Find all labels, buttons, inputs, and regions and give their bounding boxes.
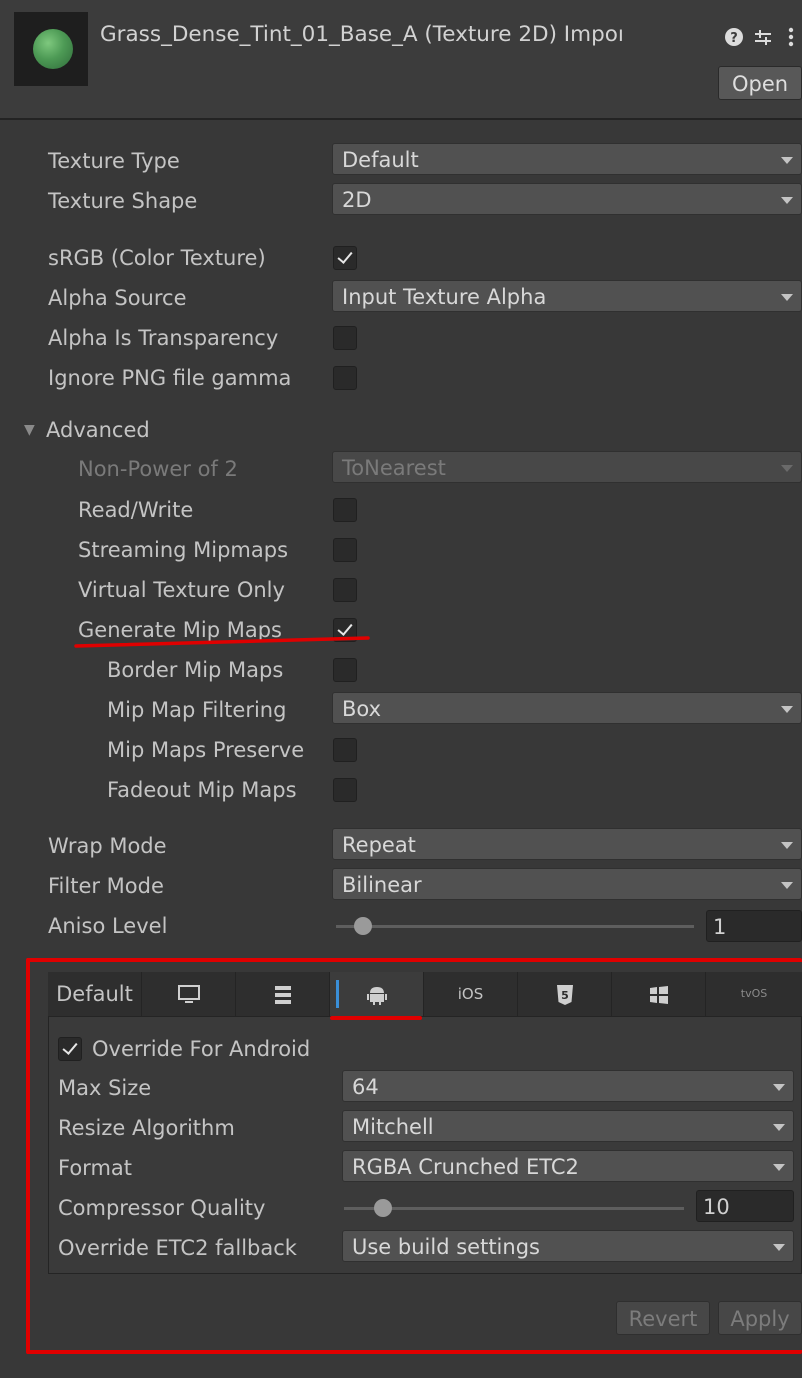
mip-maps-preserve-checkbox[interactable] <box>333 738 357 762</box>
chevron-down-icon <box>781 882 793 889</box>
texture-type-value: Default <box>342 148 419 172</box>
ignore-png-gamma-checkbox[interactable] <box>333 366 357 390</box>
advanced-foldout-label[interactable]: Advanced <box>46 414 150 446</box>
filter-mode-value: Bilinear <box>342 873 422 897</box>
fadeout-mip-maps-label: Fadeout Mip Maps <box>107 778 297 802</box>
wrap-mode-value: Repeat <box>342 833 416 857</box>
alpha-transparency-label: Alpha Is Transparency <box>48 326 279 350</box>
npot-dropdown: ToNearest <box>332 451 802 483</box>
texture-type-label: Texture Type <box>48 149 180 173</box>
texture-thumbnail <box>14 12 88 86</box>
open-button[interactable]: Open <box>718 66 802 100</box>
chevron-down-icon <box>781 842 793 849</box>
chevron-down-icon <box>781 197 793 204</box>
npot-label: Non-Power of 2 <box>78 457 238 481</box>
mip-map-filtering-value: Box <box>342 697 382 721</box>
alpha-source-label: Alpha Source <box>48 286 187 310</box>
alpha-source-dropdown[interactable]: Input Texture Alpha <box>332 280 802 312</box>
help-icon[interactable]: ? <box>723 20 745 50</box>
aniso-slider-track[interactable] <box>336 925 694 928</box>
texture-shape-label: Texture Shape <box>48 189 198 213</box>
chevron-down-icon <box>781 706 793 713</box>
virtual-texture-only-checkbox[interactable] <box>333 578 357 602</box>
texture-preview-image <box>33 29 73 69</box>
virtual-texture-only-label: Virtual Texture Only <box>78 578 285 602</box>
filter-mode-dropdown[interactable]: Bilinear <box>332 868 802 900</box>
chevron-down-icon <box>781 465 793 472</box>
mip-map-filtering-label: Mip Map Filtering <box>107 698 287 722</box>
mip-map-filtering-dropdown[interactable]: Box <box>332 692 802 724</box>
filter-mode-label: Filter Mode <box>48 874 164 898</box>
alpha-source-value: Input Texture Alpha <box>342 285 547 309</box>
asset-title: Grass_Dense_Tint_01_Base_A (Texture 2D) … <box>100 22 624 47</box>
aniso-level-field[interactable]: 1 <box>706 910 802 942</box>
chevron-down-icon <box>781 157 793 164</box>
foldout-triangle-icon[interactable]: ▼ <box>24 422 35 438</box>
srgb-checkbox[interactable] <box>333 246 357 270</box>
kebab-menu-icon[interactable] <box>780 20 802 50</box>
annotation-underline <box>74 636 370 648</box>
svg-text:?: ? <box>730 31 738 46</box>
chevron-down-icon <box>781 294 793 301</box>
texture-type-dropdown[interactable]: Default <box>332 143 802 175</box>
texture-shape-dropdown[interactable]: 2D <box>332 183 802 215</box>
alpha-transparency-checkbox[interactable] <box>333 326 357 350</box>
wrap-mode-label: Wrap Mode <box>48 834 167 858</box>
streaming-mipmaps-label: Streaming Mipmaps <box>78 538 289 562</box>
read-write-checkbox[interactable] <box>333 498 357 522</box>
fadeout-mip-maps-checkbox[interactable] <box>333 778 357 802</box>
read-write-label: Read/Write <box>78 498 194 522</box>
inspector-header <box>0 0 802 120</box>
wrap-mode-dropdown[interactable]: Repeat <box>332 828 802 860</box>
streaming-mipmaps-checkbox[interactable] <box>333 538 357 562</box>
mip-maps-preserve-label: Mip Maps Preserve <box>107 738 305 762</box>
texture-shape-value: 2D <box>342 188 372 212</box>
npot-value: ToNearest <box>342 456 446 480</box>
border-mip-maps-label: Border Mip Maps <box>107 658 284 682</box>
annotation-highlight-box <box>26 958 802 1354</box>
aniso-level-label: Aniso Level <box>48 914 168 938</box>
preset-icon[interactable] <box>752 20 774 50</box>
ignore-png-gamma-label: Ignore PNG file gamma <box>48 366 292 390</box>
aniso-slider-handle[interactable] <box>354 917 372 935</box>
border-mip-maps-checkbox[interactable] <box>333 658 357 682</box>
srgb-label: sRGB (Color Texture) <box>48 246 266 270</box>
